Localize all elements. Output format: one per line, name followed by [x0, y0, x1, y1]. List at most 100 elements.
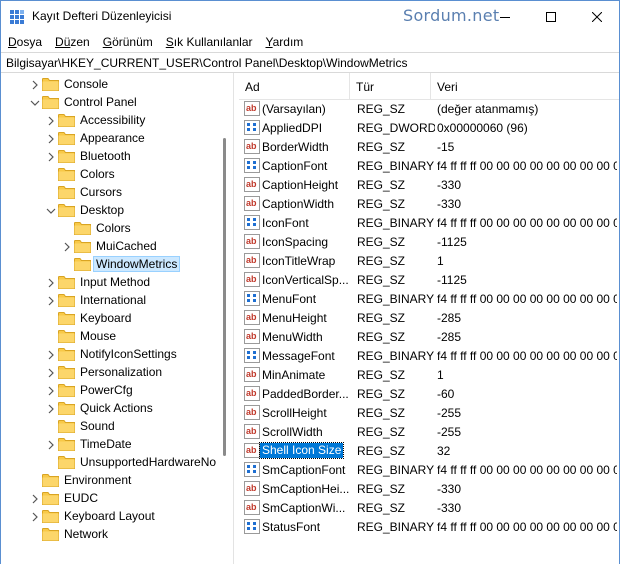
- column-header-name[interactable]: Ad: [239, 73, 350, 100]
- key-tree[interactable]: Console Control Panel Accessibility Appeara…: [1, 73, 233, 547]
- value-row[interactable]: ab CaptionWidth REG_SZ -330: [239, 194, 619, 213]
- minimize-button[interactable]: [482, 1, 528, 32]
- tree-item-windowmetrics[interactable]: WindowMetrics: [1, 255, 216, 273]
- value-row[interactable]: ab (Varsayılan) REG_SZ (değer atanmamış): [239, 99, 619, 118]
- tree-horizontal-scrollbar[interactable]: [1, 547, 233, 564]
- chevron-right-icon[interactable]: [46, 151, 56, 162]
- value-row[interactable]: SmCaptionFont REG_BINARY f4 ff ff ff 00 00…: [239, 460, 619, 479]
- value-row[interactable]: ab MenuHeight REG_SZ -285: [239, 308, 619, 327]
- value-row[interactable]: ab IconVerticalSp... REG_SZ -1125: [239, 270, 619, 289]
- menu-item-s-k-kullan-lanlar[interactable]: Sık Kullanılanlar: [159, 32, 259, 52]
- value-row[interactable]: CaptionFont REG_BINARY f4 ff ff ff 00 00 0…: [239, 156, 619, 175]
- tree-item-environment[interactable]: Environment: [1, 471, 216, 489]
- chevron-right-icon[interactable]: [46, 277, 56, 288]
- tree-item-label: Mouse: [80, 329, 117, 343]
- tree-item-powercfg[interactable]: PowerCfg: [1, 381, 216, 399]
- tree-item-timedate[interactable]: TimeDate: [1, 435, 216, 453]
- value-type: REG_SZ: [357, 311, 406, 325]
- tree-item-eudc[interactable]: EUDC: [1, 489, 216, 507]
- svg-text:ab: ab: [246, 369, 257, 379]
- folder-icon: [58, 167, 75, 181]
- tree-item-colors[interactable]: Colors: [1, 219, 216, 237]
- chevron-down-icon[interactable]: [30, 97, 40, 107]
- tree-item-keyboard[interactable]: Keyboard: [1, 309, 216, 327]
- binary-value-icon: [244, 291, 260, 306]
- chevron-right-icon[interactable]: [46, 349, 56, 360]
- chevron-down-icon[interactable]: [46, 205, 56, 215]
- tree-item-network[interactable]: Network: [1, 525, 216, 543]
- tree-item-input-method[interactable]: Input Method: [1, 273, 216, 291]
- address-bar[interactable]: Bilgisayar\HKEY_CURRENT_USER\Control Pan…: [1, 52, 619, 73]
- maximize-button[interactable]: [528, 1, 574, 32]
- tree-item-desktop[interactable]: Desktop: [1, 201, 216, 219]
- chevron-right-icon[interactable]: [30, 79, 40, 90]
- menu-item-d-zen[interactable]: Düzen: [48, 32, 96, 52]
- tree-item-label: International: [80, 293, 147, 307]
- value-row[interactable]: MessageFont REG_BINARY f4 ff ff ff 00 00 0…: [239, 346, 619, 365]
- tree-item-label: NotifyIconSettings: [80, 347, 177, 361]
- value-row[interactable]: MenuFont REG_BINARY f4 ff ff ff 00 00 00 0…: [239, 289, 619, 308]
- svg-text:ab: ab: [246, 274, 257, 284]
- string-value-icon: ab: [244, 272, 260, 287]
- column-header-data[interactable]: Veri: [431, 73, 619, 100]
- values-list[interactable]: Ad Tür Veri ab (Varsayılan) REG_SZ (değer a…: [239, 73, 619, 564]
- tree-item-label: Cursors: [80, 185, 123, 199]
- tree-item-muicached[interactable]: MuiCached: [1, 237, 216, 255]
- value-row[interactable]: StatusFont REG_BINARY f4 ff ff ff 00 00 00…: [239, 517, 619, 536]
- value-row[interactable]: ab IconTitleWrap REG_SZ 1: [239, 251, 619, 270]
- value-row[interactable]: ab ScrollHeight REG_SZ -255: [239, 403, 619, 422]
- tree-item-quick-actions[interactable]: Quick Actions: [1, 399, 216, 417]
- tree-item-cursors[interactable]: Cursors: [1, 183, 216, 201]
- tree-item-keyboard-layout[interactable]: Keyboard Layout: [1, 507, 216, 525]
- chevron-right-icon[interactable]: [30, 511, 40, 522]
- chevron-right-icon[interactable]: [62, 241, 72, 252]
- menu-item-dosya[interactable]: Dosya: [1, 32, 48, 52]
- tree-vertical-scrollbar[interactable]: [216, 73, 233, 547]
- value-row[interactable]: ab SmCaptionWi... REG_SZ -330: [239, 498, 619, 517]
- close-button[interactable]: [574, 1, 620, 32]
- value-row[interactable]: ab Shell Icon Size REG_SZ 32: [239, 441, 619, 460]
- tree-item-notifyiconsettings[interactable]: NotifyIconSettings: [1, 345, 216, 363]
- value-row[interactable]: ab MinAnimate REG_SZ 1: [239, 365, 619, 384]
- string-value-icon: ab: [244, 177, 260, 192]
- chevron-right-icon[interactable]: [46, 403, 56, 414]
- value-data: -1125: [437, 235, 467, 249]
- tree-item-console[interactable]: Console: [1, 75, 216, 93]
- tree-item-control-panel[interactable]: Control Panel: [1, 93, 216, 111]
- menu-item-yard-m[interactable]: Yardım: [259, 32, 310, 52]
- tree-item-accessibility[interactable]: Accessibility: [1, 111, 216, 129]
- title-bar[interactable]: Kayıt Defteri Düzenleyicisi Sordum.net: [1, 1, 619, 32]
- value-row[interactable]: IconFont REG_BINARY f4 ff ff ff 00 00 00 0…: [239, 213, 619, 232]
- tree-scroll-thumb[interactable]: [223, 138, 226, 456]
- chevron-right-icon[interactable]: [46, 367, 56, 378]
- value-row[interactable]: ab BorderWidth REG_SZ -15: [239, 137, 619, 156]
- menu-item-g-r-n-m[interactable]: Görünüm: [96, 32, 159, 52]
- tree-item-sound[interactable]: Sound: [1, 417, 216, 435]
- tree-item-bluetooth[interactable]: Bluetooth: [1, 147, 216, 165]
- tree-item-unsupportedhardwareno[interactable]: UnsupportedHardwareNo: [1, 453, 216, 471]
- tree-item-personalization[interactable]: Personalization: [1, 363, 216, 381]
- folder-icon: [58, 275, 75, 289]
- value-row[interactable]: ab CaptionHeight REG_SZ -330: [239, 175, 619, 194]
- tree-item-international[interactable]: International: [1, 291, 216, 309]
- value-row[interactable]: ab SmCaptionHei... REG_SZ -330: [239, 479, 619, 498]
- chevron-right-icon[interactable]: [30, 493, 40, 504]
- value-type: REG_SZ: [357, 387, 406, 401]
- value-row[interactable]: AppliedDPI REG_DWORD 0x00000060 (96): [239, 118, 619, 137]
- chevron-right-icon[interactable]: [46, 115, 56, 126]
- column-header-type[interactable]: Tür: [350, 73, 431, 100]
- value-row[interactable]: ab MenuWidth REG_SZ -285: [239, 327, 619, 346]
- value-row[interactable]: ab ScrollWidth REG_SZ -255: [239, 422, 619, 441]
- tree-item-label: Accessibility: [80, 113, 146, 127]
- tree-item-mouse[interactable]: Mouse: [1, 327, 216, 345]
- chevron-right-icon[interactable]: [46, 439, 56, 450]
- value-row[interactable]: ab PaddedBorder... REG_SZ -60: [239, 384, 619, 403]
- value-row[interactable]: ab IconSpacing REG_SZ -1125: [239, 232, 619, 251]
- tree-item-appearance[interactable]: Appearance: [1, 129, 216, 147]
- chevron-right-icon[interactable]: [46, 385, 56, 396]
- tree-item-colors[interactable]: Colors: [1, 165, 216, 183]
- chevron-right-icon[interactable]: [46, 295, 56, 306]
- chevron-right-icon[interactable]: [46, 133, 56, 144]
- address-path[interactable]: Bilgisayar\HKEY_CURRENT_USER\Control Pan…: [6, 56, 407, 70]
- folder-icon: [58, 149, 75, 163]
